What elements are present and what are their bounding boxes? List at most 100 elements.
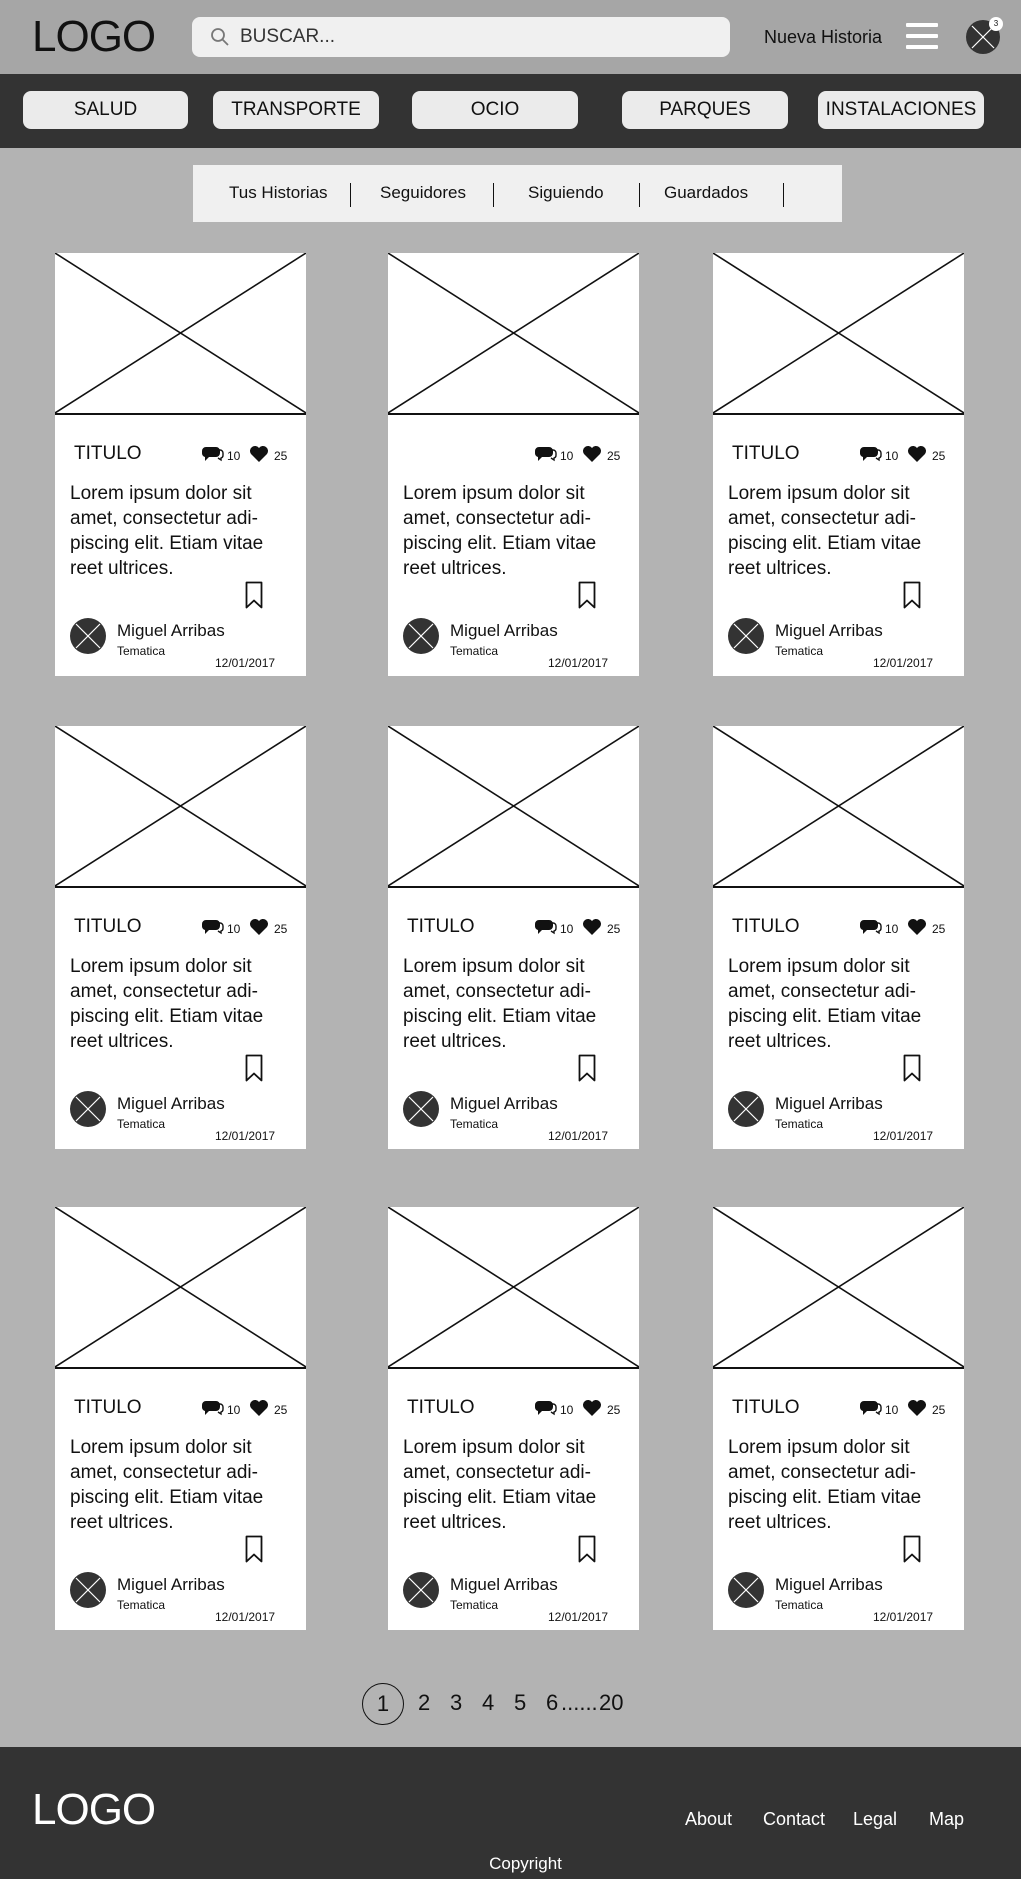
story-card[interactable]: TITULO 10 25 Lorem ipsum dolor sit amet, co… xyxy=(388,1207,639,1630)
page-link[interactable]: 6 xyxy=(546,1683,558,1723)
heart-icon[interactable] xyxy=(907,1399,927,1417)
tab-tus-historias[interactable]: Tus Historias xyxy=(229,183,328,203)
bookmark-icon[interactable] xyxy=(245,1054,263,1082)
avatar-placeholder-icon[interactable] xyxy=(728,618,764,654)
author-name[interactable]: Miguel Arribas xyxy=(117,621,225,641)
story-date: 12/01/2017 xyxy=(873,656,934,670)
author-name[interactable]: Miguel Arribas xyxy=(775,1094,883,1114)
comment-icon[interactable] xyxy=(202,1399,224,1416)
card-excerpt: Lorem ipsum dolor sit amet, consectetur … xyxy=(403,956,597,1052)
bookmark-icon[interactable] xyxy=(245,1535,263,1563)
category-instalaciones-button[interactable]: INSTALACIONES xyxy=(818,91,984,129)
story-theme: Tematica xyxy=(117,1598,166,1612)
footer-link-about[interactable]: About xyxy=(685,1809,732,1830)
comment-icon[interactable] xyxy=(860,1399,882,1416)
page-link[interactable]: 3 xyxy=(450,1683,462,1723)
author-name[interactable]: Miguel Arribas xyxy=(775,621,883,641)
avatar-placeholder-icon[interactable] xyxy=(403,1572,439,1608)
like-count: 25 xyxy=(607,922,621,936)
image-placeholder-icon xyxy=(388,1207,639,1369)
card-stats: 10 25 xyxy=(202,916,302,938)
bookmark-icon[interactable] xyxy=(903,1535,921,1563)
tab-siguiendo[interactable]: Siguiendo xyxy=(528,183,604,203)
comment-icon[interactable] xyxy=(202,445,224,462)
avatar-placeholder-icon[interactable] xyxy=(70,618,106,654)
like-count: 25 xyxy=(932,449,946,463)
bookmark-icon[interactable] xyxy=(903,1054,921,1082)
heart-icon[interactable] xyxy=(582,1399,602,1417)
story-date: 12/01/2017 xyxy=(873,1610,934,1624)
page-link-last[interactable]: 20 xyxy=(599,1683,623,1723)
page-current[interactable]: 1 xyxy=(362,1683,404,1725)
footer-logo[interactable]: LOGO xyxy=(32,1785,156,1835)
bookmark-icon[interactable] xyxy=(578,1054,596,1082)
author-name[interactable]: Miguel Arribas xyxy=(775,1575,883,1595)
heart-icon[interactable] xyxy=(249,918,269,936)
heart-icon[interactable] xyxy=(582,918,602,936)
page-link[interactable]: 4 xyxy=(482,1683,494,1723)
heart-icon[interactable] xyxy=(907,445,927,463)
bookmark-icon[interactable] xyxy=(578,581,596,609)
author-name[interactable]: Miguel Arribas xyxy=(450,621,558,641)
story-date: 12/01/2017 xyxy=(215,1610,276,1624)
story-theme: Tematica xyxy=(775,1117,824,1131)
heart-icon[interactable] xyxy=(249,1399,269,1417)
tab-seguidores[interactable]: Seguidores xyxy=(380,183,466,203)
footer-link-contact[interactable]: Contact xyxy=(763,1809,825,1830)
category-parques-button[interactable]: PARQUES xyxy=(622,91,788,129)
tab-divider xyxy=(639,183,640,207)
hamburger-menu-icon[interactable] xyxy=(906,23,938,51)
search-bar[interactable] xyxy=(192,17,730,57)
comment-icon[interactable] xyxy=(535,1399,557,1416)
comment-icon[interactable] xyxy=(202,918,224,935)
avatar-placeholder-icon[interactable] xyxy=(70,1572,106,1608)
avatar-placeholder-icon[interactable] xyxy=(403,618,439,654)
page-link[interactable]: 2 xyxy=(418,1683,430,1723)
category-salud-button[interactable]: SALUD xyxy=(23,91,188,129)
avatar-placeholder-icon[interactable] xyxy=(403,1091,439,1127)
story-card[interactable]: TITULO 10 25 Lorem ipsum dolor sit amet, co… xyxy=(713,1207,964,1630)
bookmark-icon[interactable] xyxy=(578,1535,596,1563)
story-date: 12/01/2017 xyxy=(548,1610,609,1624)
page-link[interactable]: 5 xyxy=(514,1683,526,1723)
new-story-link[interactable]: Nueva Historia xyxy=(764,27,882,48)
like-count: 25 xyxy=(932,922,946,936)
heart-icon[interactable] xyxy=(582,445,602,463)
tab-guardados[interactable]: Guardados xyxy=(664,183,748,203)
like-count: 25 xyxy=(274,922,288,936)
story-card[interactable]: TITULO 10 25 Lorem ipsum dolor sit amet, co… xyxy=(388,726,639,1149)
heart-icon[interactable] xyxy=(907,918,927,936)
avatar-placeholder-icon[interactable] xyxy=(728,1091,764,1127)
comment-icon[interactable] xyxy=(535,445,557,462)
bookmark-icon[interactable] xyxy=(903,581,921,609)
comment-icon[interactable] xyxy=(860,918,882,935)
author-name[interactable]: Miguel Arribas xyxy=(117,1575,225,1595)
story-card[interactable]: TITULO 10 25 Lorem ipsum dolor sit amet, co… xyxy=(55,253,306,676)
story-card[interactable]: TITULO 10 25 Lorem ipsum dolor sit amet, co… xyxy=(55,726,306,1149)
card-stats: 10 25 xyxy=(535,1397,635,1419)
story-card[interactable]: TITULO 10 25 Lorem ipsum dolor sit amet, co… xyxy=(55,1207,306,1630)
story-card[interactable]: 10 25 Lorem ipsum dolor sit amet, consecte… xyxy=(388,253,639,676)
category-transporte-button[interactable]: TRANSPORTE xyxy=(213,91,379,129)
author-name[interactable]: Miguel Arribas xyxy=(450,1094,558,1114)
comment-icon[interactable] xyxy=(535,918,557,935)
card-title: TITULO xyxy=(74,1397,142,1418)
footer-link-map[interactable]: Map xyxy=(929,1809,964,1830)
comment-icon[interactable] xyxy=(860,445,882,462)
comment-count: 10 xyxy=(227,449,241,463)
avatar-placeholder-icon[interactable] xyxy=(728,1572,764,1608)
card-stats: 10 25 xyxy=(535,916,635,938)
image-placeholder-icon xyxy=(388,726,639,888)
avatar-placeholder-icon[interactable] xyxy=(70,1091,106,1127)
bookmark-icon[interactable] xyxy=(245,581,263,609)
search-input[interactable] xyxy=(240,23,710,51)
category-ocio-button[interactable]: OCIO xyxy=(412,91,578,129)
heart-icon[interactable] xyxy=(249,445,269,463)
footer-link-legal[interactable]: Legal xyxy=(853,1809,897,1830)
logo[interactable]: LOGO xyxy=(32,12,156,62)
story-card[interactable]: TITULO 10 25 Lorem ipsum dolor sit amet, co… xyxy=(713,726,964,1149)
story-card[interactable]: TITULO 10 25 Lorem ipsum dolor sit amet, co… xyxy=(713,253,964,676)
author-name[interactable]: Miguel Arribas xyxy=(117,1094,225,1114)
card-stats: 10 25 xyxy=(860,1397,960,1419)
author-name[interactable]: Miguel Arribas xyxy=(450,1575,558,1595)
